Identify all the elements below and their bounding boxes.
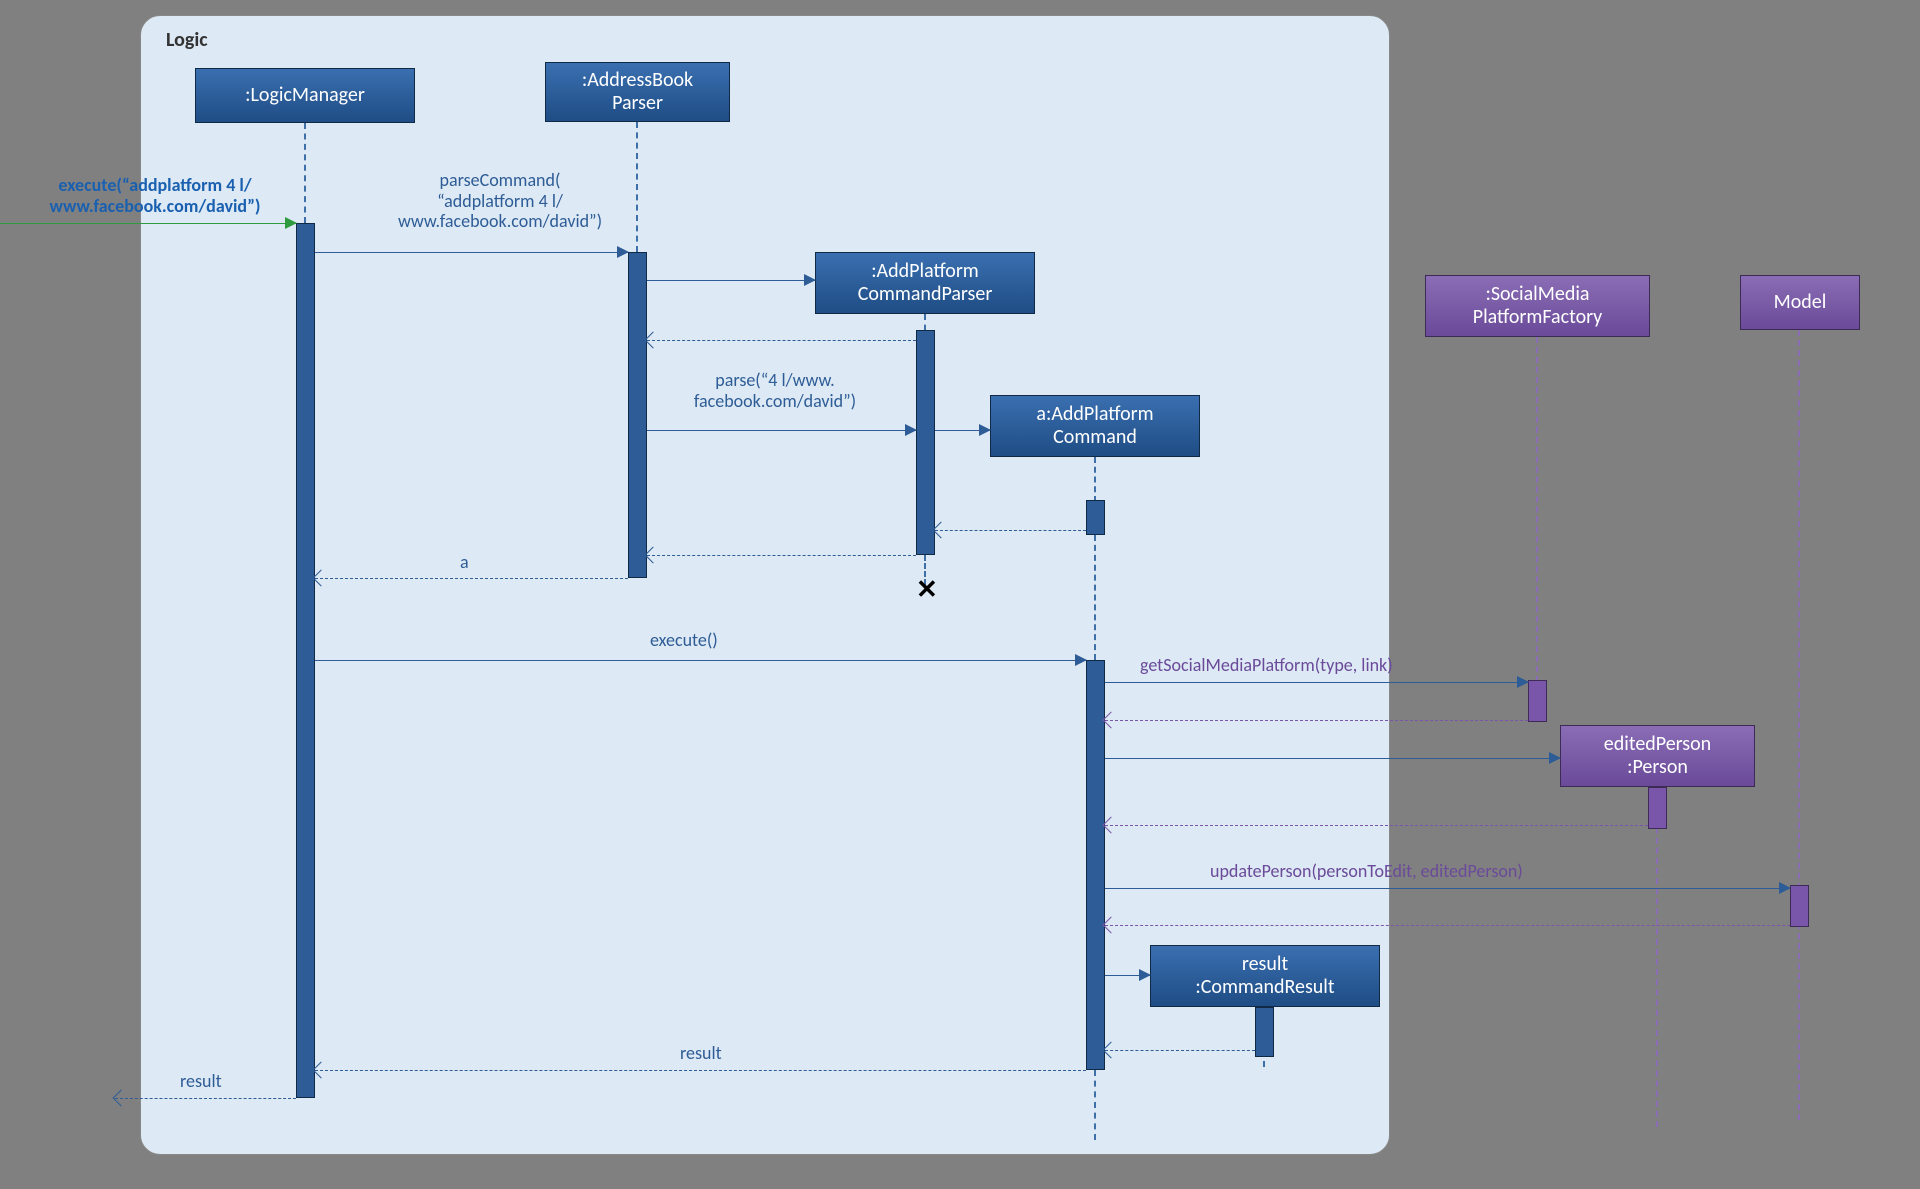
arrow-initial-execute [0, 223, 296, 224]
participant-social-media-factory: :SocialMedia PlatformFactory [1425, 275, 1650, 337]
participant-command-result: result :CommandResult [1150, 945, 1380, 1007]
lifeline-addressbook-parser [636, 122, 638, 252]
msg-execute: execute() [650, 630, 718, 651]
lifeline-logic-manager [304, 123, 306, 223]
arrow-parse [647, 430, 916, 431]
participant-addressbook-parser: :AddressBook Parser [545, 62, 730, 122]
msg-parse: parse(“4 l/www. facebook.com/david”) [660, 370, 890, 411]
participant-addplatform-command-parser: :AddPlatform CommandParser [815, 252, 1035, 314]
lifeline-addplatform-command3 [1094, 1070, 1096, 1140]
activation-social-media-factory [1528, 680, 1547, 722]
msg-return-result: result [680, 1043, 722, 1064]
participant-label: Model [1751, 291, 1849, 314]
activation-logic-manager [296, 223, 315, 1098]
participant-logic-manager: :LogicManager [195, 68, 415, 123]
arrowhead-icon [1779, 882, 1791, 894]
participant-label: :AddressBook Parser [556, 69, 719, 115]
arrow-return-command-result-create [1105, 1050, 1255, 1051]
arrow-return-update-person [1105, 925, 1790, 926]
msg-parse-command: parseCommand( “addplatform 4 l/ www.face… [370, 170, 630, 232]
activation-command-result [1255, 1007, 1274, 1057]
arrow-return-edited-person [1105, 825, 1648, 826]
arrow-return-command-create [935, 530, 1086, 531]
lifeline-edited-person [1656, 787, 1658, 1127]
msg-final-result: result [180, 1071, 222, 1092]
arrow-parse-command [315, 252, 628, 253]
arrow-create-parser [647, 280, 815, 281]
activation-edited-person [1648, 787, 1667, 829]
arrow-get-social-media-platform [1105, 682, 1528, 683]
arrowhead-icon [285, 217, 297, 229]
participant-label: a:AddPlatform Command [1001, 403, 1189, 449]
logic-panel-label: Logic [166, 28, 208, 52]
arrow-create-edited-person [1105, 758, 1560, 759]
arrowhead-icon [905, 424, 917, 436]
arrowhead-icon [1549, 752, 1561, 764]
arrow-return-result [315, 1070, 1086, 1071]
activation-addplatform-command-parser [916, 330, 935, 555]
arrowhead-icon [1075, 654, 1087, 666]
arrowhead-icon [113, 1090, 130, 1107]
msg-update-person: updatePerson(personToEdit, editedPerson) [1210, 861, 1523, 882]
arrow-return-social-media [1105, 720, 1528, 721]
msg-get-social-media-platform: getSocialMediaPlatform(type, link) [1140, 655, 1393, 676]
participant-label: result :CommandResult [1161, 953, 1369, 999]
participant-label: :LogicManager [206, 84, 404, 107]
activation-addressbook-parser [628, 252, 647, 578]
participant-model: Model [1740, 275, 1860, 330]
arrow-update-person [1105, 888, 1790, 889]
lifeline-social-media-factory [1536, 337, 1538, 682]
destroy-icon: ✕ [916, 573, 938, 605]
participant-label: :SocialMedia PlatformFactory [1436, 283, 1639, 329]
lifeline-model [1798, 330, 1800, 1120]
arrow-execute [315, 660, 1086, 661]
arrowhead-icon [617, 246, 629, 258]
arrowhead-icon [1139, 969, 1151, 981]
msg-initial-execute: execute(“addplatform 4 l/ www.facebook.c… [15, 175, 295, 216]
participant-addplatform-command: a:AddPlatform Command [990, 395, 1200, 457]
arrowhead-icon [1517, 676, 1529, 688]
arrow-return-parse [647, 555, 916, 556]
arrow-final-result [115, 1098, 296, 1099]
arrowhead-icon [804, 274, 816, 286]
msg-return-a: a [460, 552, 469, 573]
participant-edited-person: editedPerson :Person [1560, 725, 1755, 787]
arrow-return-a [315, 578, 628, 579]
lifeline-addplatform-command2 [1094, 535, 1096, 660]
lifeline-addplatform-command [1094, 457, 1096, 502]
activation-addplatform-command2 [1086, 660, 1105, 1070]
arrow-return-parser [647, 340, 916, 341]
arrowhead-icon [979, 424, 991, 436]
activation-model [1790, 885, 1809, 927]
activation-addplatform-command1 [1086, 500, 1105, 535]
participant-label: :AddPlatform CommandParser [826, 260, 1024, 306]
participant-label: editedPerson :Person [1571, 733, 1744, 779]
